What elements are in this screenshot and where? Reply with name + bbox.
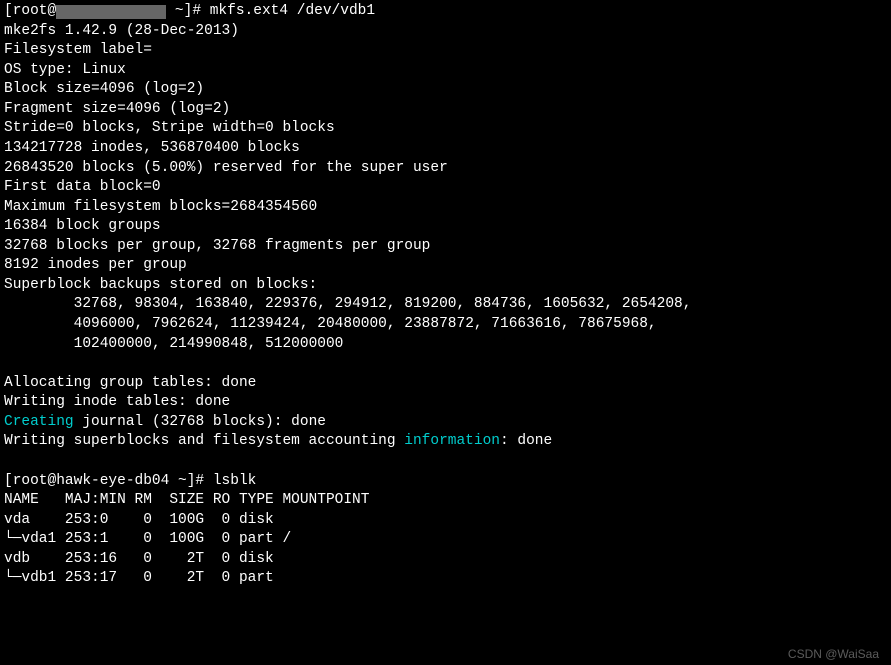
lsblk-row: vda 253:0 0 100G 0 disk [4,512,282,528]
command-lsblk: lsblk [213,473,257,489]
mkfs-version: mke2fs 1.42.9 (28-Dec-2013) [4,23,239,39]
mkfs-maxblocks: Maximum filesystem blocks=2684354560 [4,199,317,215]
mkfs-inodes: 134217728 inodes, 536870400 blocks [4,140,300,156]
mkfs-pergroup: 32768 blocks per group, 32768 fragments … [4,238,430,254]
mkfs-sb-intro: Superblock backups stored on blocks: [4,277,326,293]
lsblk-row: └─vdb1 253:17 0 2T 0 part [4,570,282,586]
prompt-2: [root@hawk-eye-db04 ~]# [4,473,213,489]
mkfs-sb-line3: 102400000, 214990848, 512000000 [4,336,343,352]
prompt-prefix: [root@ [4,3,56,19]
terminal-output[interactable]: [root@ ~]# mkfs.ext4 /dev/vdb1 mke2fs 1.… [0,0,891,591]
host-obscured [56,5,166,19]
watermark: CSDN @WaiSaa [788,646,879,662]
lsblk-row: vdb 253:16 0 2T 0 disk [4,551,282,567]
mkfs-sb-line1: 32768, 98304, 163840, 229376, 294912, 81… [4,296,700,312]
mkfs-super-post: : done [500,433,552,449]
mkfs-inodespergroup: 8192 inodes per group [4,257,187,273]
prompt-suffix: ~]# [166,3,210,19]
lsblk-row: └─vda1 253:1 0 100G 0 part / [4,531,291,547]
mkfs-sb-line2: 4096000, 7962624, 11239424, 20480000, 23… [4,316,665,332]
mkfs-reserved: 26843520 blocks (5.00%) reserved for the… [4,160,448,176]
mkfs-fslabel: Filesystem label= [4,42,152,58]
mkfs-ostype: OS type: Linux [4,62,126,78]
mkfs-stride: Stride=0 blocks, Stripe width=0 blocks [4,120,335,136]
lsblk-header: NAME MAJ:MIN RM SIZE RO TYPE MOUNTPOINT [4,492,369,508]
mkfs-alloc-tables: Allocating group tables: done [4,375,500,391]
mkfs-blocksize: Block size=4096 (log=2) [4,81,204,97]
mkfs-creating-word: Creating [4,414,74,430]
mkfs-journal-rest: journal (32768 blocks): done [74,414,326,430]
command-mkfs: mkfs.ext4 /dev/vdb1 [210,3,375,19]
mkfs-fragsize: Fragment size=4096 (log=2) [4,101,230,117]
mkfs-firstdata: First data block=0 [4,179,161,195]
mkfs-groups: 16384 block groups [4,218,161,234]
mkfs-super-pre: Writing superblocks and filesystem accou… [4,433,404,449]
prompt-1: [root@ ~]# [4,3,210,19]
mkfs-inode-tables: Writing inode tables: done [4,394,474,410]
mkfs-info-word: information [404,433,500,449]
